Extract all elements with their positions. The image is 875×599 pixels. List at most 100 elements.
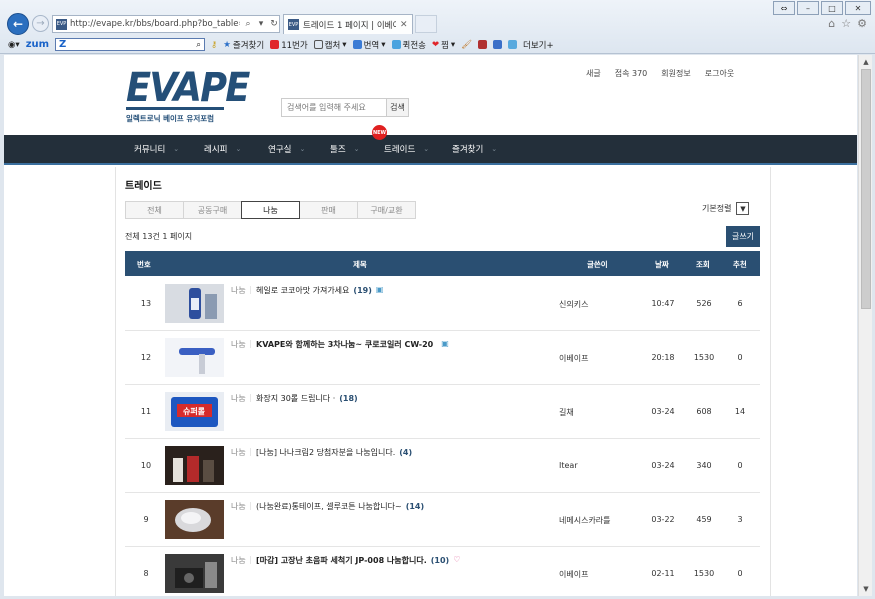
toolbar-more[interactable]: 더보기+ xyxy=(523,39,554,51)
post-author[interactable]: 신의키스 xyxy=(559,299,588,310)
app-icon[interactable] xyxy=(478,40,487,49)
tab-all[interactable]: 전체 xyxy=(125,201,184,219)
brush-icon[interactable]: 🖌 xyxy=(461,40,472,50)
table-row[interactable]: 13 나눔 | 헤일로 코코아맛 가져가세요 (19) ▣ 신의키스 10:47 526 6 xyxy=(125,277,760,331)
category-divider: | xyxy=(249,339,252,348)
nav-favorites[interactable]: 즐겨찾기 ⌄ xyxy=(452,143,532,155)
chevron-down-icon: ▼ xyxy=(736,202,750,215)
connected-count[interactable]: 접속 370 xyxy=(615,68,648,79)
category-divider: | xyxy=(249,555,252,564)
dropdown-icon[interactable]: ▾ xyxy=(256,19,266,29)
maximize-icon[interactable]: □ xyxy=(821,1,843,15)
post-thumbnail[interactable] xyxy=(165,284,224,323)
chevron-down-icon: ⌄ xyxy=(353,145,360,153)
post-author[interactable]: 네메시스카라틀 xyxy=(559,515,611,526)
toolbar-quicksend[interactable]: 퀵전송 xyxy=(391,39,426,51)
post-title-link[interactable]: (나눔완료)통테이프, 셀루코튼 나눔합니다~ (14) xyxy=(256,501,424,512)
comment-count: (18) xyxy=(339,394,358,403)
post-title-link[interactable]: [나눔] 나나크림2 당첨자분을 나눔입니다. (4) xyxy=(256,447,412,458)
star-icon[interactable]: ☆ xyxy=(841,17,851,30)
post-date: 10:47 xyxy=(651,299,675,308)
site-search-input[interactable] xyxy=(282,99,386,116)
toolbar-favorites[interactable]: ★ 즐겨찾기 xyxy=(223,39,264,51)
table-row[interactable]: 9 나눔 | (나눔완료)통테이프, 셀루코튼 나눔합니다~ (14) 네메시스카라틀 03… xyxy=(125,493,760,547)
post-title-link[interactable]: KVAPE와 함께하는 3차나눔~ 쿠로코일러 CW-20 ▣ xyxy=(256,339,449,350)
restore-size-icon[interactable]: ⇔ xyxy=(773,1,795,15)
tab-share[interactable]: 나눔 xyxy=(241,201,300,219)
back-button[interactable]: ← xyxy=(7,13,29,35)
post-title: [마감] 고장난 초음파 세척기 JP-008 나눔합니다. xyxy=(256,556,427,565)
member-info-link[interactable]: 회원정보 xyxy=(661,68,690,79)
post-author[interactable]: 이베이프 xyxy=(559,353,588,364)
nav-community[interactable]: 커뮤니티 ⌄ xyxy=(134,143,204,155)
new-badge: NEW xyxy=(372,125,387,140)
refresh-icon[interactable]: ↻ xyxy=(269,19,279,29)
site-search-button[interactable]: 검색 xyxy=(386,99,408,116)
write-button[interactable]: 글쓰기 xyxy=(726,226,760,247)
book-icon[interactable] xyxy=(493,40,502,49)
post-thumbnail[interactable]: 슈퍼롤 xyxy=(165,392,224,431)
address-bar[interactable]: EVP http://evape.kr/bbs/board.php?bo_tab… xyxy=(52,15,280,33)
browser-tab[interactable]: EVP 트레이드 1 페이지 | 이베이... ✕ xyxy=(283,14,413,34)
new-posts-link[interactable]: 새글 xyxy=(586,68,601,79)
top-links: 새글 접속 370 회원정보 로그아웃 xyxy=(586,68,734,79)
toolbar-wish[interactable]: ❤ 찜 ▾ xyxy=(432,39,455,51)
post-title-link[interactable]: 헤일로 코코아맛 가져가세요 (19) ▣ xyxy=(256,285,383,296)
toolbar-translate[interactable]: 번역 ▾ xyxy=(352,39,386,51)
scroll-thumb[interactable] xyxy=(861,69,871,309)
nav-trade[interactable]: 트레이드 ⌄ xyxy=(384,143,452,155)
zum-logo[interactable]: zum xyxy=(26,39,49,50)
header-title: 제목 xyxy=(353,260,367,269)
post-thumbnail[interactable] xyxy=(165,446,224,485)
search-icon[interactable]: ⌕ xyxy=(196,40,201,50)
table-row[interactable]: 10 나눔 | [나눔] 나나크림2 당첨자분을 나눔입니다. (4) Itear 03-2… xyxy=(125,439,760,493)
twitter-icon[interactable] xyxy=(508,40,517,49)
nav-tools[interactable]: 툴즈 ⌄ xyxy=(330,143,384,155)
post-views: 526 xyxy=(696,299,712,308)
heart-icon: ❤ xyxy=(431,39,440,50)
scroll-up-icon[interactable]: ▲ xyxy=(859,55,873,69)
post-thumbnail[interactable] xyxy=(165,338,224,377)
forward-button[interactable]: → xyxy=(32,15,49,32)
post-date: 02-11 xyxy=(651,569,675,578)
logout-link[interactable]: 로그아웃 xyxy=(705,68,734,79)
toolbar-capture[interactable]: 캡처 ▾ xyxy=(313,39,347,51)
close-window-icon[interactable]: ✕ xyxy=(845,1,871,15)
toolbar-11st[interactable]: 11번가 xyxy=(270,39,308,51)
post-title-link[interactable]: 화장지 30롤 드립니다 · (18) xyxy=(256,393,358,404)
new-tab-button[interactable] xyxy=(415,15,437,33)
header-date: 날짜 xyxy=(655,260,669,269)
minimize-icon[interactable]: – xyxy=(797,1,819,15)
comment-count: (4) xyxy=(399,448,413,457)
sort-select[interactable]: 기본정렬 ▼ xyxy=(702,202,750,215)
post-thumbnail[interactable] xyxy=(165,554,224,593)
post-author[interactable]: Itear xyxy=(559,461,578,470)
table-row[interactable]: 12 나눔 | KVAPE와 함께하는 3차나눔~ 쿠로코일러 CW-20 ▣ 이베이프 2… xyxy=(125,331,760,385)
gear-icon[interactable]: ⚙ xyxy=(857,17,867,30)
key-icon[interactable]: ⚷ xyxy=(211,40,217,50)
comment-count: (10) xyxy=(430,556,450,565)
home-icon[interactable]: ⌂ xyxy=(828,17,835,30)
comment-icon: ▣ xyxy=(441,339,449,348)
zum-search-input[interactable]: Z ⌕ xyxy=(55,38,206,51)
site-logo[interactable]: EVAPE 일렉트로닉 베이프 유저포럼 xyxy=(126,67,250,124)
search-icon[interactable]: ⌕ xyxy=(243,19,253,29)
tab-sell[interactable]: 판매 xyxy=(299,201,358,219)
nav-recipe[interactable]: 레시피 ⌄ xyxy=(204,143,268,155)
tab-group-buy[interactable]: 공동구매 xyxy=(183,201,242,219)
address-url[interactable]: http://evape.kr/bbs/board.php?bo_table=t… xyxy=(70,19,240,29)
post-author[interactable]: 이베이프 xyxy=(559,569,588,580)
vertical-scrollbar[interactable]: ▲ ▼ xyxy=(858,55,872,596)
post-views: 1530 xyxy=(693,353,715,362)
nav-lab[interactable]: 연구실 ⌄ xyxy=(268,143,330,155)
post-title-link[interactable]: [마감] 고장난 초음파 세척기 JP-008 나눔합니다. (10) ♡ xyxy=(256,555,460,566)
post-thumbnail[interactable] xyxy=(165,500,224,539)
post-author[interactable]: 길채 xyxy=(559,407,574,418)
table-row[interactable]: 8 나눔 | [마감] 고장난 초음파 세척기 JP-008 나눔합니다. (10) ♡ 이… xyxy=(125,547,760,596)
scroll-down-icon[interactable]: ▼ xyxy=(859,582,873,596)
table-row[interactable]: 11 슈퍼롤 나눔 | 화장지 30롤 드립니다 · (18) 길채 03-24 608 14 xyxy=(125,385,760,439)
header-num: 번호 xyxy=(137,260,151,269)
tab-close-icon[interactable]: ✕ xyxy=(400,20,412,30)
tab-buy-exchange[interactable]: 구매/교환 xyxy=(357,201,416,219)
toolbar-menu-icon[interactable]: ◉▾ xyxy=(8,40,20,50)
